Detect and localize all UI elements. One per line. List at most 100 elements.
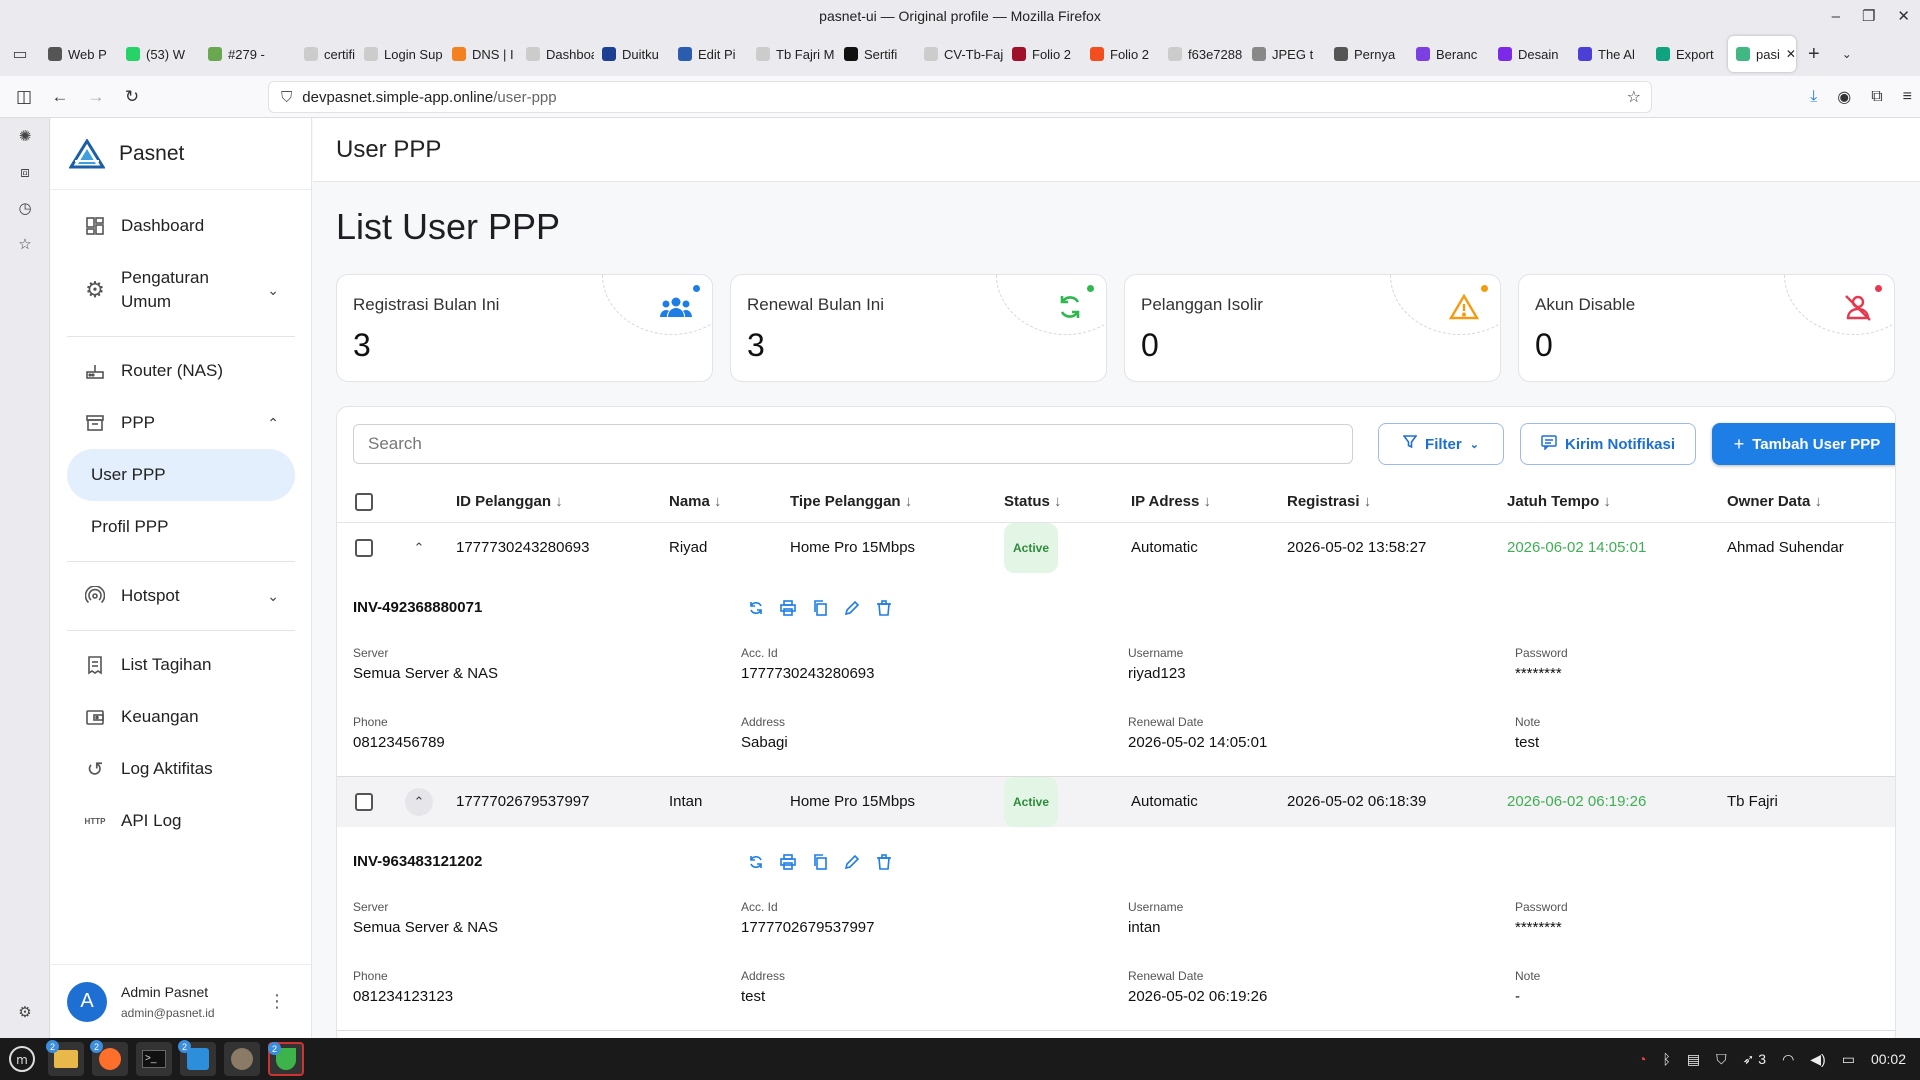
more-vert-icon[interactable]: ⋮ [268, 991, 286, 1012]
sidebar-item-user-ppp[interactable]: User PPP [67, 449, 295, 501]
ai-chat-icon[interactable]: ✺ [0, 118, 50, 154]
minimize-icon[interactable]: – [1832, 8, 1840, 25]
linux-mint-menu-icon[interactable]: m [4, 1042, 40, 1076]
firefox-app-icon[interactable]: 2 [90, 1040, 128, 1076]
print-icon[interactable] [779, 853, 797, 871]
browser-tab[interactable]: #279 - [200, 36, 296, 72]
close-tab-icon[interactable]: ✕ [1786, 47, 1796, 61]
bookmark-star-icon[interactable]: ☆ [1627, 87, 1641, 107]
new-tab-icon[interactable]: + [1808, 43, 1820, 66]
column-header[interactable]: Nama ↓ [669, 481, 722, 523]
bookmarks-icon[interactable]: ☆ [0, 226, 50, 262]
table-row[interactable]: ⌃ 1777702679537997 Intan Home Pro 15Mbps Act… [337, 777, 1895, 827]
edit-icon[interactable] [843, 853, 861, 871]
sidebar-item-api-log[interactable]: HTTP API Log [67, 795, 295, 847]
gimp-app-icon[interactable] [224, 1042, 260, 1076]
sidebar-item-pengaturan-umum[interactable]: ⚙ Pengaturan Umum ⌄ [67, 252, 295, 328]
user-profile[interactable]: A Admin Pasnet admin@pasnet.id ⋮ [51, 964, 312, 1038]
column-header[interactable]: Registrasi ↓ [1287, 481, 1371, 523]
browser-tab[interactable]: f63e7288 [1160, 36, 1244, 72]
renew-icon[interactable] [747, 599, 765, 617]
sidebar-item-log-aktifitas[interactable]: ↺ Log Aktifitas [67, 743, 295, 795]
browser-tab[interactable]: Folio 2 [1082, 36, 1160, 72]
files-app-icon[interactable]: 2 [46, 1040, 84, 1076]
extensions-icon[interactable]: ⧉ [1871, 88, 1882, 106]
shield-tray-icon[interactable]: ⛉ [1716, 1051, 1727, 1068]
back-icon[interactable]: ← [42, 87, 78, 107]
table-row[interactable]: ⌃ 1777730243280693 Riyad Home Pro 15Mbps Act… [337, 523, 1895, 573]
sidebar-settings-icon[interactable]: ⚙ [0, 994, 50, 1030]
row-checkbox[interactable] [355, 793, 373, 811]
select-all-checkbox[interactable] [355, 493, 373, 511]
updates-icon[interactable]: ➶ 3 [1743, 1051, 1766, 1068]
tambah-user-ppp-button[interactable]: + Tambah User PPP [1712, 423, 1895, 465]
column-header[interactable]: IP Adress ↓ [1131, 481, 1211, 523]
browser-tab[interactable]: Pernya [1326, 36, 1408, 72]
copy-icon[interactable] [811, 599, 829, 617]
brand[interactable]: Pasnet [51, 118, 311, 190]
chevron-up-icon[interactable]: ⌃ [405, 788, 433, 816]
browser-tab[interactable]: JPEG t [1244, 36, 1326, 72]
sidebar-item-ppp[interactable]: PPP ⌃ [67, 397, 295, 449]
menu-icon[interactable]: ≡ [1903, 88, 1912, 106]
browser-tab[interactable]: certifi [296, 36, 356, 72]
volume-icon[interactable]: ◀) [1810, 1051, 1825, 1068]
clipboard-icon[interactable]: ▤ [1687, 1051, 1700, 1068]
bluetooth-icon[interactable]: ᛒ [1663, 1051, 1671, 1067]
battery-icon[interactable]: ▭ [1842, 1051, 1855, 1068]
filter-button[interactable]: Filter ⌄ [1378, 423, 1504, 465]
chevron-up-icon[interactable]: ⌃ [405, 534, 433, 562]
delete-icon[interactable] [875, 599, 893, 617]
sidebar-item-profil-ppp[interactable]: Profil PPP [67, 501, 295, 553]
history-icon[interactable]: ◷ [0, 190, 50, 226]
browser-tab[interactable]: Tb Fajri M [748, 36, 836, 72]
browser-tab[interactable]: Desain [1490, 36, 1570, 72]
forward-icon[interactable]: → [78, 87, 114, 107]
url-bar[interactable]: ⛉ devpasnet.simple-app.online/user-ppp ☆ [268, 81, 1652, 113]
print-icon[interactable] [779, 599, 797, 617]
timer-icon[interactable]: ◔ [1638, 1051, 1646, 1067]
browser-tab[interactable]: Edit Pi [670, 36, 748, 72]
tab-overview-icon[interactable]: ▭ [0, 44, 40, 64]
column-header[interactable]: ID Pelanggan ↓ [456, 481, 563, 523]
close-window-icon[interactable]: ✕ [1897, 7, 1910, 25]
vpn-app-icon[interactable]: 2 [268, 1042, 304, 1076]
terminal-app-icon[interactable]: >_ [136, 1042, 172, 1076]
sidebar-item-hotspot[interactable]: Hotspot ⌄ [67, 570, 295, 622]
copy-icon[interactable] [811, 853, 829, 871]
reload-icon[interactable]: ↻ [114, 87, 150, 107]
sidebar-item-dashboard[interactable]: Dashboard [67, 200, 295, 252]
vscode-app-icon[interactable]: 2 [178, 1040, 216, 1076]
wifi-icon[interactable]: ◠ [1782, 1051, 1794, 1068]
browser-tab[interactable]: Folio 2 [1004, 36, 1082, 72]
edit-icon[interactable] [843, 599, 861, 617]
sidebar-item-keuangan[interactable]: Keuangan [67, 691, 295, 743]
sidebar-item-list-tagihan[interactable]: List Tagihan [67, 639, 295, 691]
tab-list-chevron-icon[interactable]: ⌄ [1842, 47, 1852, 61]
column-header[interactable]: Jatuh Tempo ↓ [1507, 481, 1611, 523]
browser-tab[interactable]: Dashboar [518, 36, 594, 72]
browser-tab[interactable]: DNS | I [444, 36, 518, 72]
sidebar-toggle-icon[interactable]: ◫ [6, 87, 42, 107]
account-icon[interactable]: ◉ [1837, 87, 1851, 107]
download-icon[interactable]: ⤓ [1810, 88, 1817, 106]
renew-icon[interactable] [747, 853, 765, 871]
column-header[interactable]: Owner Data ↓ [1727, 481, 1822, 523]
browser-tab[interactable]: The Al [1570, 36, 1648, 72]
maximize-icon[interactable]: ❐ [1862, 7, 1875, 25]
kirim-notifikasi-button[interactable]: Kirim Notifikasi [1520, 423, 1696, 465]
search-input[interactable] [353, 424, 1353, 464]
browser-tab[interactable]: Web P [40, 36, 118, 72]
row-checkbox[interactable] [355, 539, 373, 557]
browser-tab[interactable]: (53) W [118, 36, 200, 72]
browser-tab[interactable]: Beranc [1408, 36, 1490, 72]
delete-icon[interactable] [875, 853, 893, 871]
sidebar-item-router[interactable]: Router (NAS) [67, 345, 295, 397]
column-header[interactable]: Tipe Pelanggan ↓ [790, 481, 912, 523]
column-header[interactable]: Status ↓ [1004, 481, 1062, 523]
browser-tab[interactable]: Export [1648, 36, 1728, 72]
browser-tab[interactable]: pasi ✕ [1728, 36, 1796, 72]
browser-tab[interactable]: Duitku [594, 36, 670, 72]
browser-tab[interactable]: CV-Tb-Faji [916, 36, 1004, 72]
browser-tab[interactable]: Sertifi [836, 36, 916, 72]
